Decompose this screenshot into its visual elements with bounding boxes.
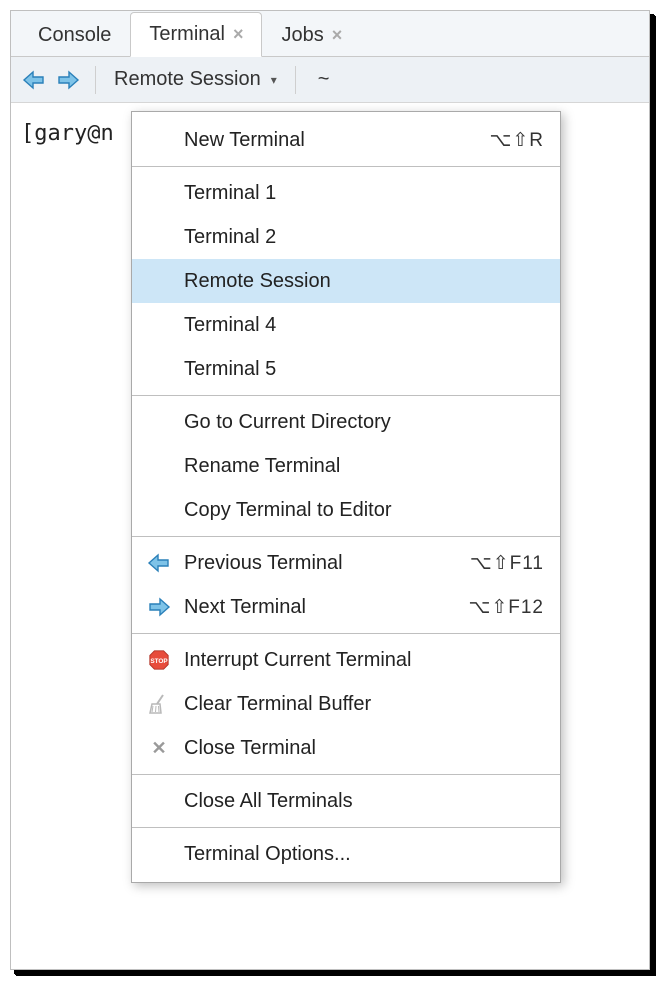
tab-label: Console xyxy=(38,24,111,47)
menu-label: Go to Current Directory xyxy=(184,411,544,434)
menu-go-to-current-directory[interactable]: Go to Current Directory xyxy=(132,400,560,444)
blank-icon xyxy=(146,357,172,381)
menu-separator xyxy=(132,395,560,396)
working-directory[interactable]: ~ xyxy=(308,68,340,91)
stop-sign-icon: STOP xyxy=(146,648,172,672)
menu-separator xyxy=(132,536,560,537)
panel-window: Console Terminal × Jobs × Remote Session… xyxy=(10,10,650,970)
menu-interrupt-terminal[interactable]: STOP Interrupt Current Terminal xyxy=(132,638,560,682)
prompt-text: [gary@n xyxy=(21,121,114,146)
menu-terminal-1[interactable]: Terminal 1 xyxy=(132,171,560,215)
blank-icon xyxy=(146,789,172,813)
menu-previous-terminal[interactable]: Previous Terminal ⌥⇧F11 xyxy=(132,541,560,585)
toolbar-divider xyxy=(95,66,96,94)
menu-copy-terminal-to-editor[interactable]: Copy Terminal to Editor xyxy=(132,488,560,532)
blank-icon xyxy=(146,410,172,434)
menu-next-terminal[interactable]: Next Terminal ⌥⇧F12 xyxy=(132,585,560,629)
tab-jobs[interactable]: Jobs × xyxy=(262,13,361,57)
menu-label: Close All Terminals xyxy=(184,790,544,813)
menu-close-terminal[interactable]: ✕ Close Terminal xyxy=(132,726,560,770)
arrow-left-icon xyxy=(22,70,46,90)
menu-remote-session[interactable]: Remote Session xyxy=(132,259,560,303)
blank-icon xyxy=(146,128,172,152)
menu-rename-terminal[interactable]: Rename Terminal xyxy=(132,444,560,488)
menu-label: Terminal Options... xyxy=(184,843,544,866)
menu-label: Copy Terminal to Editor xyxy=(184,499,544,522)
menu-label: Interrupt Current Terminal xyxy=(184,649,544,672)
menu-separator xyxy=(132,827,560,828)
menu-label: Next Terminal xyxy=(184,596,456,619)
blank-icon xyxy=(146,454,172,478)
menu-label: Clear Terminal Buffer xyxy=(184,693,544,716)
close-icon: ✕ xyxy=(146,736,172,760)
arrow-right-icon xyxy=(146,595,172,619)
arrow-left-icon xyxy=(146,551,172,575)
blank-icon xyxy=(146,498,172,522)
menu-shortcut: ⌥⇧F11 xyxy=(470,552,544,575)
menu-separator xyxy=(132,166,560,167)
tab-bar: Console Terminal × Jobs × xyxy=(11,11,649,57)
close-icon[interactable]: × xyxy=(233,24,244,45)
menu-label: Terminal 5 xyxy=(184,358,544,381)
blank-icon xyxy=(146,225,172,249)
menu-close-all-terminals[interactable]: Close All Terminals xyxy=(132,779,560,823)
menu-label: Terminal 4 xyxy=(184,314,544,337)
menu-label: Rename Terminal xyxy=(184,455,544,478)
close-icon[interactable]: × xyxy=(332,25,343,46)
blank-icon xyxy=(146,181,172,205)
broom-icon xyxy=(146,692,172,716)
previous-terminal-button[interactable] xyxy=(19,67,49,93)
menu-label: Close Terminal xyxy=(184,737,544,760)
menu-separator xyxy=(132,774,560,775)
menu-label: New Terminal xyxy=(184,129,477,152)
tab-terminal[interactable]: Terminal × xyxy=(130,12,262,57)
blank-icon xyxy=(146,269,172,293)
menu-new-terminal[interactable]: New Terminal ⌥⇧R xyxy=(132,118,560,162)
menu-label: Terminal 1 xyxy=(184,182,544,205)
arrow-right-icon xyxy=(56,70,80,90)
menu-separator xyxy=(132,633,560,634)
svg-text:STOP: STOP xyxy=(150,658,168,665)
terminal-toolbar: Remote Session ▾ ~ xyxy=(11,57,649,103)
dropdown-label-text: Remote Session xyxy=(114,68,261,91)
chevron-down-icon: ▾ xyxy=(271,73,277,87)
tab-label: Terminal xyxy=(149,23,225,46)
terminal-dropdown[interactable]: Remote Session ▾ xyxy=(108,68,283,91)
menu-clear-terminal-buffer[interactable]: Clear Terminal Buffer xyxy=(132,682,560,726)
next-terminal-button[interactable] xyxy=(53,67,83,93)
tab-label: Jobs xyxy=(281,24,323,47)
menu-terminal-5[interactable]: Terminal 5 xyxy=(132,347,560,391)
menu-shortcut: ⌥⇧R xyxy=(489,129,544,152)
blank-icon xyxy=(146,313,172,337)
menu-terminal-4[interactable]: Terminal 4 xyxy=(132,303,560,347)
menu-terminal-options[interactable]: Terminal Options... xyxy=(132,832,560,876)
menu-terminal-2[interactable]: Terminal 2 xyxy=(132,215,560,259)
menu-label: Remote Session xyxy=(184,270,544,293)
menu-label: Terminal 2 xyxy=(184,226,544,249)
terminal-dropdown-menu: New Terminal ⌥⇧R Terminal 1 Terminal 2 R… xyxy=(131,111,561,883)
menu-shortcut: ⌥⇧F12 xyxy=(468,596,544,619)
tab-console[interactable]: Console xyxy=(19,13,130,57)
toolbar-divider xyxy=(295,66,296,94)
menu-label: Previous Terminal xyxy=(184,552,458,575)
blank-icon xyxy=(146,842,172,866)
